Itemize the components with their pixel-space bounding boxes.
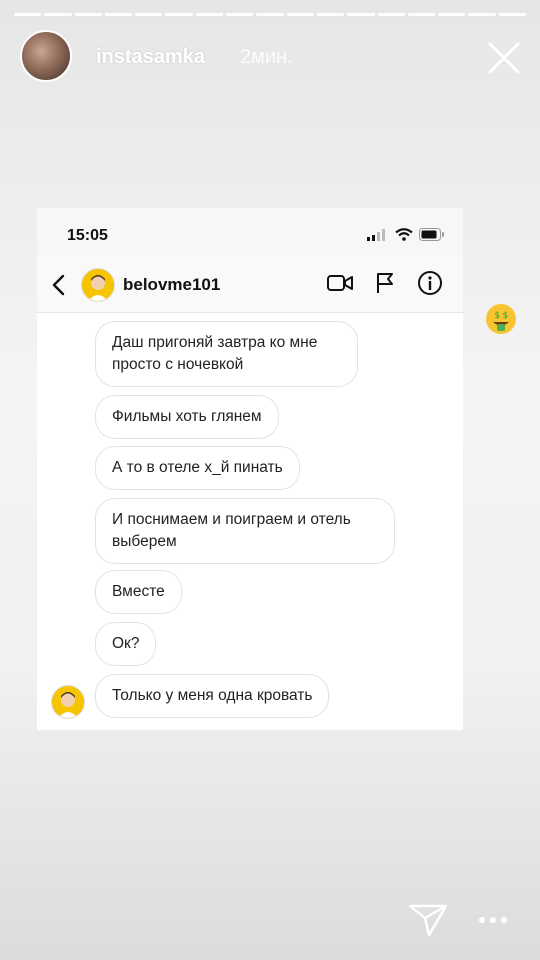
- story-progress-segment: [407, 13, 436, 16]
- message-bubble[interactable]: А то в отеле х_й пинать: [95, 446, 300, 490]
- wifi-icon: [395, 228, 413, 241]
- story-time-ago: 2мин.: [240, 46, 293, 68]
- story-progress-segment: [316, 13, 345, 16]
- send-icon: [408, 904, 448, 937]
- story-progress-bar: [14, 13, 527, 17]
- message-bubble[interactable]: Только у меня одна кровать: [95, 674, 330, 718]
- story-progress-segment: [44, 13, 72, 16]
- story-progress-segment: [135, 13, 163, 16]
- sender-avatar[interactable]: [51, 685, 85, 719]
- dm-username[interactable]: belovme101: [123, 275, 220, 295]
- more-icon: [479, 917, 507, 923]
- message-bubble[interactable]: Ок?: [95, 622, 157, 666]
- dm-user-avatar[interactable]: [81, 268, 115, 302]
- video-call-icon[interactable]: [327, 273, 353, 293]
- message-bubble[interactable]: Фильмы хоть глянем: [95, 395, 279, 439]
- avatar-illustration: [58, 692, 78, 718]
- story-username[interactable]: instasamka: [96, 46, 205, 69]
- status-time: 15:05: [67, 227, 108, 244]
- close-icon: [488, 42, 520, 74]
- story-progress-segment: [256, 13, 284, 16]
- story-user-avatar[interactable]: [20, 30, 72, 82]
- story-progress-segment: [498, 13, 527, 16]
- flag-icon[interactable]: [375, 272, 395, 294]
- signal-icon: [367, 228, 385, 241]
- svg-text:$: $: [495, 311, 501, 321]
- send-message-button[interactable]: [407, 902, 449, 943]
- story-progress-segment: [165, 13, 193, 16]
- info-icon[interactable]: [417, 270, 443, 296]
- money-mouth-emoji-icon: $ $: [486, 304, 516, 334]
- story-progress-segment: [104, 13, 133, 16]
- story-progress-segment: [347, 13, 375, 16]
- message-bubble[interactable]: Вместе: [95, 570, 182, 614]
- story-progress-segment: [438, 13, 466, 16]
- message-bubble[interactable]: Даш пригоняй завтра ко мне просто с ноче…: [95, 321, 358, 387]
- dm-screenshot: 15:05 belovme101 Даш пригоняй завтра ко …: [37, 208, 463, 730]
- phone-status-bar: 15:05: [37, 208, 463, 256]
- story-progress-segment: [226, 13, 254, 16]
- close-button[interactable]: [486, 40, 522, 76]
- story-progress-segment: [377, 13, 405, 16]
- story-progress-segment: [195, 13, 224, 16]
- dm-header-actions: [327, 270, 443, 296]
- dm-header: belovme101: [37, 256, 463, 313]
- avatar-illustration: [88, 275, 108, 301]
- story-progress-segment: [286, 13, 314, 16]
- message-bubble[interactable]: И поснимаем и поиграем и отель выберем: [95, 498, 395, 564]
- battery-icon: [419, 228, 444, 241]
- story-progress-segment: [74, 13, 102, 16]
- story-progress-segment: [14, 13, 42, 16]
- story-header: instasamka 2мин.: [18, 30, 522, 86]
- more-options-button[interactable]: [478, 912, 508, 930]
- svg-text:$: $: [503, 311, 509, 321]
- money-mouth-emoji: $ $: [484, 302, 518, 336]
- status-icons: [367, 228, 445, 241]
- story-progress-segment: [468, 13, 496, 16]
- chevron-left-icon[interactable]: [51, 274, 65, 296]
